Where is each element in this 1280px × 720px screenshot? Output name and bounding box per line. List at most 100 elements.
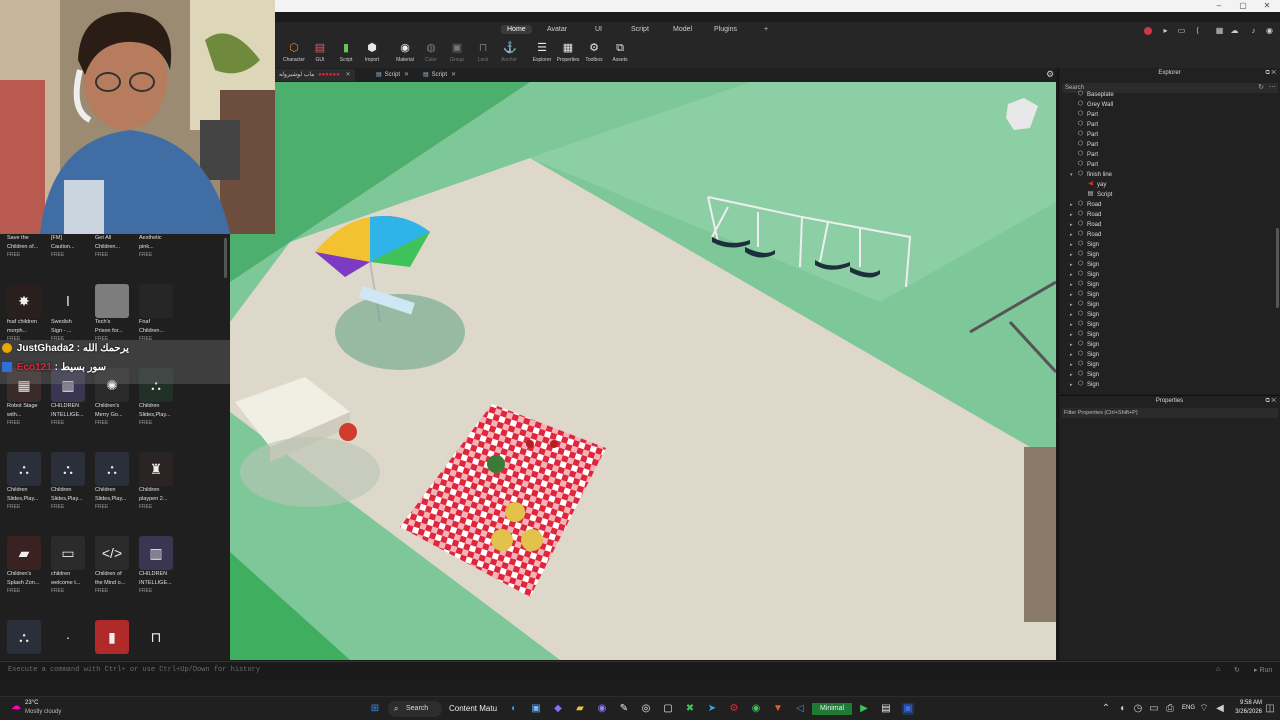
chrome-icon[interactable]: ◉ [750, 703, 762, 715]
chevron-right-icon[interactable]: ▸ [1070, 260, 1076, 270]
record-icon[interactable] [1144, 27, 1152, 35]
toolbox-item[interactable]: ⛬ Children Slides,Play... FREE [95, 452, 137, 510]
bell-icon[interactable]: ♪ [1249, 26, 1258, 35]
tab-plugins[interactable]: Plugins [708, 25, 743, 34]
explorer-item[interactable]: ▸ ⬡ Sign [1059, 330, 1279, 340]
toolbox-item[interactable]: [FM] Caution... FREE [51, 234, 93, 258]
speaker-icon[interactable]: ◀ [1214, 703, 1226, 715]
chevron-right-icon[interactable]: ▸ [1070, 350, 1076, 360]
properties-button[interactable]: ▦ Properties [555, 42, 581, 63]
close-icon[interactable]: ✕ [404, 72, 409, 78]
explorer-item[interactable]: ⬡ Baseplate [1059, 90, 1279, 100]
assets-button[interactable]: ⧉ Assets [607, 42, 633, 63]
toolbox-item[interactable]: </> Children of the Mind o... FREE [95, 536, 137, 594]
pen-icon[interactable]: ✎ [618, 703, 630, 715]
settings-icon[interactable]: ⚙ [728, 703, 740, 715]
app-icon[interactable]: ▢ [662, 703, 674, 715]
character-button[interactable]: ⬡ Character [281, 42, 307, 63]
explorer-item[interactable]: ◀ yay [1059, 180, 1279, 190]
toolbox-item[interactable]: Tech's Prison for... FREE [95, 284, 137, 342]
chevron-right-icon[interactable]: ▸ [1070, 340, 1076, 350]
toolbox-item[interactable]: ✸ fnaf children morph... FREE [7, 284, 49, 342]
panel-controls[interactable]: ⧉ ✕ [1265, 70, 1276, 77]
explorer-item[interactable]: ▤ Script [1059, 190, 1279, 200]
explorer-item[interactable]: ▸ ⬡ Sign [1059, 350, 1279, 360]
toolbox-item[interactable]: · [51, 620, 93, 654]
chevron-right-icon[interactable]: ▸ [1070, 200, 1076, 210]
toolbox-item[interactable]: ⛬ [7, 620, 49, 654]
xbox-icon[interactable]: ✖ [684, 703, 696, 715]
toolbox-item[interactable]: Fnaf Children... FREE [139, 284, 181, 342]
clock-date[interactable]: 3/26/2026 [1226, 709, 1262, 715]
brave-icon[interactable]: ▼ [772, 703, 784, 715]
user-icon[interactable]: ◉ [1265, 26, 1274, 35]
chevron-right-icon[interactable]: ▸ [1070, 310, 1076, 320]
explorer-item[interactable]: ▸ ⬡ Road [1059, 200, 1279, 210]
mic-icon[interactable]: ⎙ [1164, 703, 1176, 715]
chevron-right-icon[interactable]: ▸ [1070, 270, 1076, 280]
toolbox-scrollbar[interactable] [224, 238, 227, 278]
play-icon[interactable]: ▶ [858, 703, 870, 715]
chevron-right-icon[interactable]: ▸ [1070, 320, 1076, 330]
discord-icon[interactable]: ◉ [596, 703, 608, 715]
explorer-item[interactable]: ⬡ Part [1059, 110, 1279, 120]
color-button[interactable]: ◍ Color [418, 42, 444, 63]
explorer-item[interactable]: ⬡ Grey Wall [1059, 100, 1279, 110]
weather-icon[interactable]: ☁ [10, 701, 22, 713]
lock-button[interactable]: ⊓ Lock [470, 42, 496, 63]
chat-icon[interactable]: ▭ [1177, 26, 1186, 35]
close-icon[interactable]: ✕ [451, 72, 456, 78]
share-icon[interactable]: ⟨ [1193, 26, 1202, 35]
explorer-item[interactable]: ▸ ⬡ Sign [1059, 370, 1279, 380]
chevron-right-icon[interactable]: ▸ [1070, 280, 1076, 290]
toolbox-item[interactable]: ǀ Swedish Sign - ... FREE [51, 284, 93, 342]
volume-icon[interactable]: ◖ [1116, 703, 1128, 715]
toolbox-item[interactable]: ⛬ Children Slides,Play... FREE [7, 452, 49, 510]
chevron-right-icon[interactable]: ▸ [1070, 290, 1076, 300]
gui-button[interactable]: ▤ GUI [307, 42, 333, 63]
explorer-item[interactable]: ▸ ⬡ Sign [1059, 380, 1279, 388]
grid-icon[interactable]: ▦ [1215, 26, 1224, 35]
explorer-item[interactable]: ▸ ⬡ Sign [1059, 280, 1279, 290]
toolbox-item[interactable]: Get All Children... FREE [95, 234, 137, 258]
script-button[interactable]: ▮ Script [333, 42, 359, 63]
chevron-right-icon[interactable]: ▸ [1070, 330, 1076, 340]
explorer-item[interactable]: ▸ ⬡ Sign [1059, 290, 1279, 300]
explorer-item[interactable]: ▸ ⬡ Sign [1059, 360, 1279, 370]
explorer-item[interactable]: ▸ ⬡ Sign [1059, 300, 1279, 310]
explorer-item[interactable]: ▸ ⬡ Road [1059, 220, 1279, 230]
explorer-item[interactable]: ▸ ⬡ Sign [1059, 270, 1279, 280]
close-icon[interactable]: ✕ [345, 72, 350, 78]
chevron-up-icon[interactable]: ⌃ [1100, 703, 1112, 715]
chevron-right-icon[interactable]: ▸ [1070, 240, 1076, 250]
bookmark-icon[interactable]: ⌂ [1216, 666, 1220, 673]
chevron-right-icon[interactable]: ▸ [1070, 210, 1076, 220]
toolbox-item[interactable]: ▰ Children's Splash Zon... FREE [7, 536, 49, 594]
chevron-right-icon[interactable]: ▸ [1070, 250, 1076, 260]
explorer-item[interactable]: ▸ ⬡ Sign [1059, 320, 1279, 330]
explorer-item[interactable]: ⬡ Part [1059, 120, 1279, 130]
toolbox-item[interactable]: Save the Children of... FREE [7, 234, 49, 258]
tab-ui[interactable]: UI [589, 25, 608, 34]
doc-tab-place[interactable]: ماب لوشيروله ●●●●●● ✕ [275, 69, 355, 81]
telegram-icon[interactable]: ➤ [706, 703, 718, 715]
roblox-studio-icon[interactable]: ▣ [902, 703, 914, 715]
clock-time[interactable]: 9:58 AM [1232, 700, 1262, 706]
command-input[interactable]: Execute a command with Ctrl+ or use Ctrl… [8, 666, 260, 674]
toolbox-item[interactable]: ▭ children welcome t... FREE [51, 536, 93, 594]
minimize-button[interactable]: – [1212, 0, 1226, 12]
explorer-item[interactable]: ▸ ⬡ Sign [1059, 310, 1279, 320]
explorer-item[interactable]: ⬡ Part [1059, 140, 1279, 150]
explorer-item[interactable]: ⬡ Part [1059, 160, 1279, 170]
vscode-icon[interactable]: ◁ [794, 703, 806, 715]
app2-icon[interactable]: ▤ [880, 703, 892, 715]
explorer-item[interactable]: ▸ ⬡ Sign [1059, 250, 1279, 260]
anchor-button[interactable]: ⚓ Anchor [496, 42, 522, 63]
gear-icon[interactable]: ⚙ [1046, 69, 1054, 80]
chevron-down-icon[interactable]: ▾ [1070, 170, 1076, 180]
doc-tab-script[interactable]: ▤ Script ✕ [372, 69, 413, 81]
chevron-right-icon[interactable]: ▸ [1070, 220, 1076, 230]
group-button[interactable]: ▣ Group [444, 42, 470, 63]
taskbar-search[interactable]: ⌕ Search [388, 701, 442, 717]
history-icon[interactable]: ↻ [1234, 666, 1240, 674]
